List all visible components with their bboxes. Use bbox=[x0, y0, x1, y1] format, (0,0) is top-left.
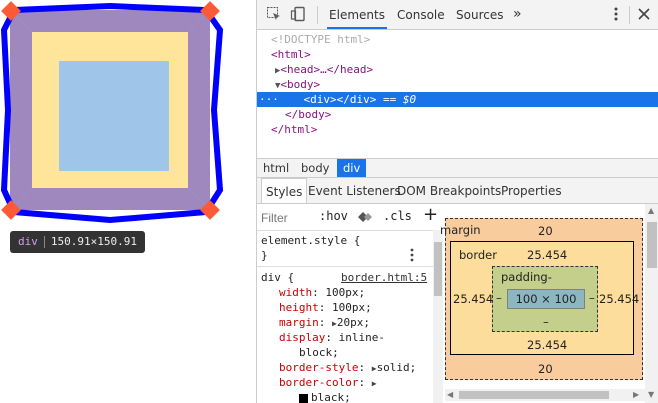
page-viewport: div 150.91×150.91 bbox=[0, 0, 256, 403]
styles-filter-bar: :hov .cls + bbox=[257, 204, 443, 231]
box-model-border[interactable]: border 25.454 25.454 25.454 25.454 paddi… bbox=[450, 241, 639, 355]
selected-ellipsis: ··· bbox=[259, 93, 279, 106]
tooltip-tag: div bbox=[18, 235, 38, 248]
element-style-close: } bbox=[261, 249, 268, 262]
dom-node-doctype[interactable]: <!DOCTYPE html> bbox=[257, 32, 658, 47]
device-toggle-icon[interactable] bbox=[289, 6, 307, 24]
element-tooltip: div 150.91×150.91 bbox=[10, 231, 145, 253]
element-style-selector[interactable]: element.style { bbox=[261, 233, 360, 248]
color-format-icon[interactable] bbox=[357, 209, 373, 225]
padding-left-value[interactable]: – bbox=[496, 291, 502, 305]
style-prop-display[interactable]: display: inline- bbox=[279, 330, 385, 345]
computed-scrollbar[interactable]: ▲ ▼ bbox=[645, 204, 658, 403]
dom-node-head[interactable]: ▶<head>…</head> bbox=[257, 62, 658, 77]
breadcrumb-div[interactable]: div bbox=[337, 159, 367, 177]
dom-node-body[interactable]: ▼<body> bbox=[257, 77, 658, 92]
sidebar-tabs: Styles Event Listeners DOM Breakpoints P… bbox=[257, 178, 658, 204]
tab-dom-breakpoints[interactable]: DOM Breakpoints bbox=[397, 178, 501, 203]
style-prop-margin[interactable]: margin: ▶20px; bbox=[279, 315, 370, 330]
style-prop-border-color-cont: black; bbox=[299, 390, 351, 403]
scroll-down-icon: ▼ bbox=[648, 390, 655, 399]
toolbar-divider bbox=[629, 6, 630, 24]
border-label: border bbox=[459, 248, 497, 262]
style-prop-border-style[interactable]: border-style: ▶solid; bbox=[279, 360, 416, 375]
computed-h-scrollbar[interactable]: ◀ ▶ bbox=[445, 389, 645, 401]
box-model: margin 20 20 border 25.454 25.454 25.454… bbox=[440, 218, 643, 380]
tab-properties[interactable]: Properties bbox=[501, 178, 562, 203]
tab-sources[interactable]: Sources bbox=[456, 0, 503, 29]
dom-node-div-selected[interactable]: ··· <div></div> == $0 bbox=[257, 92, 658, 107]
dom-node-html-close[interactable]: </html> bbox=[257, 122, 658, 137]
tab-console[interactable]: Console bbox=[397, 0, 445, 29]
breadcrumb: html body div bbox=[257, 158, 658, 178]
content-highlight bbox=[59, 61, 169, 171]
scroll-left-icon: ◀ bbox=[447, 390, 454, 399]
filter-input[interactable] bbox=[259, 208, 313, 228]
devtools-toolbar: Elements Console Sources » bbox=[257, 0, 658, 30]
style-prop-width[interactable]: width: 100px; bbox=[279, 285, 365, 300]
scrollbar-thumb[interactable] bbox=[434, 242, 442, 296]
scrollbar-thumb[interactable] bbox=[459, 391, 609, 399]
styles-scrollbar[interactable] bbox=[433, 230, 443, 403]
padding-bottom-value[interactable]: – bbox=[543, 315, 549, 329]
box-model-padding[interactable]: padding- – – – 100 × 100 bbox=[492, 266, 598, 332]
box-model-content[interactable]: 100 × 100 bbox=[507, 289, 585, 309]
padding-right-value[interactable]: – bbox=[589, 291, 595, 305]
margin-bottom-value[interactable]: 20 bbox=[538, 362, 553, 376]
new-style-rule-button[interactable]: + bbox=[423, 204, 438, 225]
hov-toggle[interactable]: :hov bbox=[319, 209, 348, 223]
border-left-value[interactable]: 25.454 bbox=[453, 292, 493, 306]
rule-selector[interactable]: div { bbox=[261, 270, 294, 285]
tab-event-listeners[interactable]: Event Listeners bbox=[308, 178, 401, 203]
tab-styles[interactable]: Styles bbox=[261, 178, 308, 203]
devtools-panel: Elements Console Sources » <!DOCTYPE htm… bbox=[256, 0, 658, 403]
breadcrumb-html[interactable]: html bbox=[257, 159, 295, 177]
margin-top-value[interactable]: 20 bbox=[538, 224, 553, 238]
color-swatch bbox=[299, 393, 308, 403]
element-highlight bbox=[0, 1, 224, 224]
scrollbar-thumb[interactable] bbox=[647, 222, 657, 268]
close-icon[interactable] bbox=[635, 6, 653, 24]
more-tabs-icon[interactable]: » bbox=[513, 0, 522, 29]
tab-elements[interactable]: Elements bbox=[327, 0, 387, 29]
box-model-margin[interactable]: margin 20 20 border 25.454 25.454 25.454… bbox=[440, 218, 643, 380]
cls-toggle[interactable]: .cls bbox=[383, 209, 412, 223]
expand-triangle-icon: ▶ bbox=[371, 379, 377, 388]
breadcrumb-body[interactable]: body bbox=[295, 159, 335, 177]
kebab-menu-icon[interactable] bbox=[407, 248, 417, 262]
tooltip-dimensions: 150.91×150.91 bbox=[50, 235, 137, 248]
border-right-value[interactable]: 25.454 bbox=[599, 292, 639, 306]
dom-tree: <!DOCTYPE html> <html> ▶<head>…</head> ▼… bbox=[257, 30, 658, 158]
rule-source-link[interactable]: border.html:5 bbox=[341, 270, 427, 285]
scroll-right-icon: ▶ bbox=[633, 390, 640, 399]
dom-node-body-close[interactable]: </body> bbox=[257, 107, 658, 122]
rule-divider bbox=[257, 266, 433, 267]
margin-label: margin bbox=[440, 223, 481, 237]
toolbar-divider bbox=[317, 6, 318, 24]
border-top-value[interactable]: 25.454 bbox=[527, 248, 567, 262]
dom-node-html[interactable]: <html> bbox=[257, 47, 658, 62]
border-bottom-value[interactable]: 25.454 bbox=[527, 338, 567, 352]
scroll-up-icon: ▲ bbox=[648, 206, 655, 215]
style-prop-height[interactable]: height: 100px; bbox=[279, 300, 372, 315]
style-prop-display-cont: block; bbox=[299, 346, 339, 359]
styles-pane: element.style { } div { border.html:5 wi… bbox=[257, 230, 433, 403]
padding-label: padding- bbox=[501, 270, 552, 284]
kebab-menu-icon[interactable] bbox=[607, 6, 625, 24]
inspect-icon[interactable] bbox=[265, 6, 283, 24]
style-prop-border-color[interactable]: border-color: ▶ bbox=[279, 375, 377, 390]
